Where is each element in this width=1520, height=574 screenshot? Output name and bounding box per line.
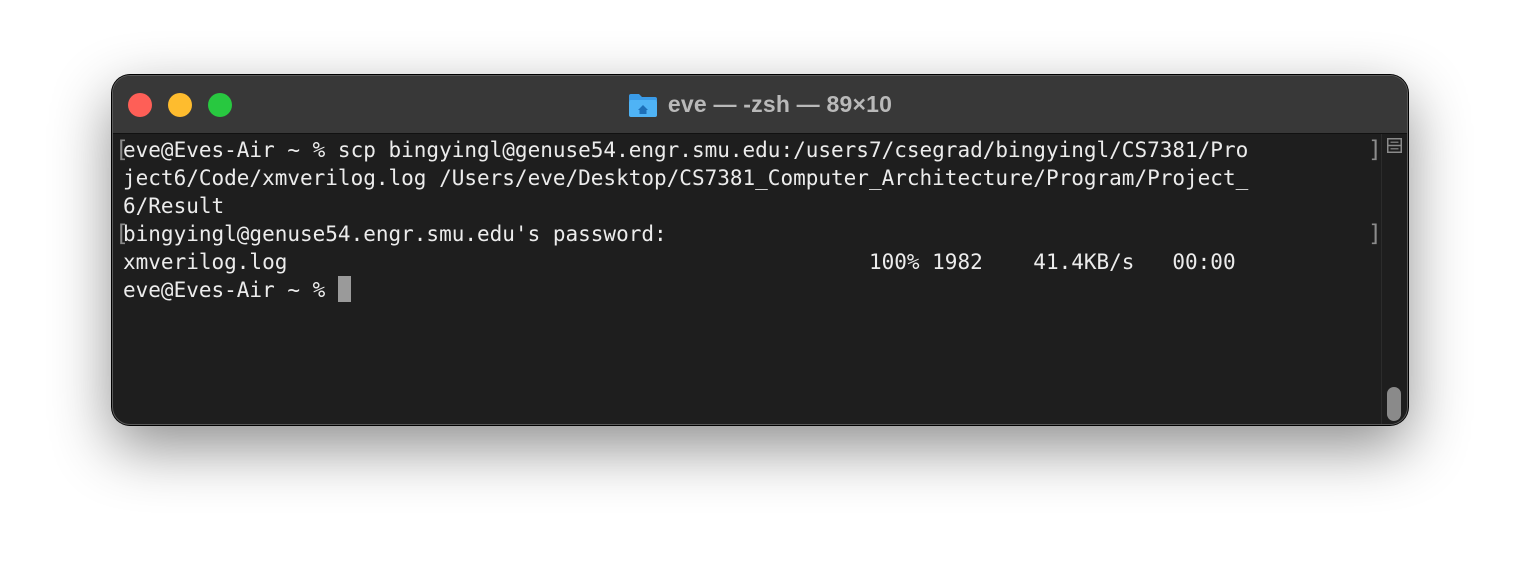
vertical-scrollbar[interactable]: [1381, 134, 1407, 424]
text-cursor: [337, 276, 351, 302]
terminal-line: eve@Eves-Air ~ % scp bingyingl@genuse54.…: [123, 138, 1249, 162]
line-mark-close: ]: [1368, 137, 1382, 163]
terminal-output[interactable]: [ ] [ ] eve@Eves-Air ~ % scp bingyingl@g…: [113, 134, 1382, 424]
prompt-line[interactable]: eve@Eves-Air ~ %: [123, 276, 351, 304]
terminal-line: ject6/Code/xmverilog.log /Users/eve/Desk…: [123, 166, 1249, 190]
terminal-line: bingyingl@genuse54.engr.smu.edu's passwo…: [123, 222, 667, 246]
scrollbar-thumb[interactable]: [1387, 387, 1401, 421]
window-title-group: eve — -zsh — 89×10: [113, 76, 1407, 133]
window-title: eve — -zsh — 89×10: [667, 91, 893, 117]
terminal-window: eve — -zsh — 89×10 [ ] [ ] eve@Eves-Air …: [112, 75, 1408, 425]
folder-home-icon: [628, 93, 657, 117]
terminal-line: 6/Result: [123, 194, 225, 218]
split-pane-icon[interactable]: [1387, 138, 1402, 153]
prompt-text: eve@Eves-Air ~ %: [123, 278, 338, 302]
line-mark-close: ]: [1368, 221, 1382, 247]
title-bar[interactable]: eve — -zsh — 89×10: [113, 76, 1407, 134]
terminal-line: xmverilog.log 100% 1982 41.4KB/s 00:00: [123, 250, 1236, 274]
